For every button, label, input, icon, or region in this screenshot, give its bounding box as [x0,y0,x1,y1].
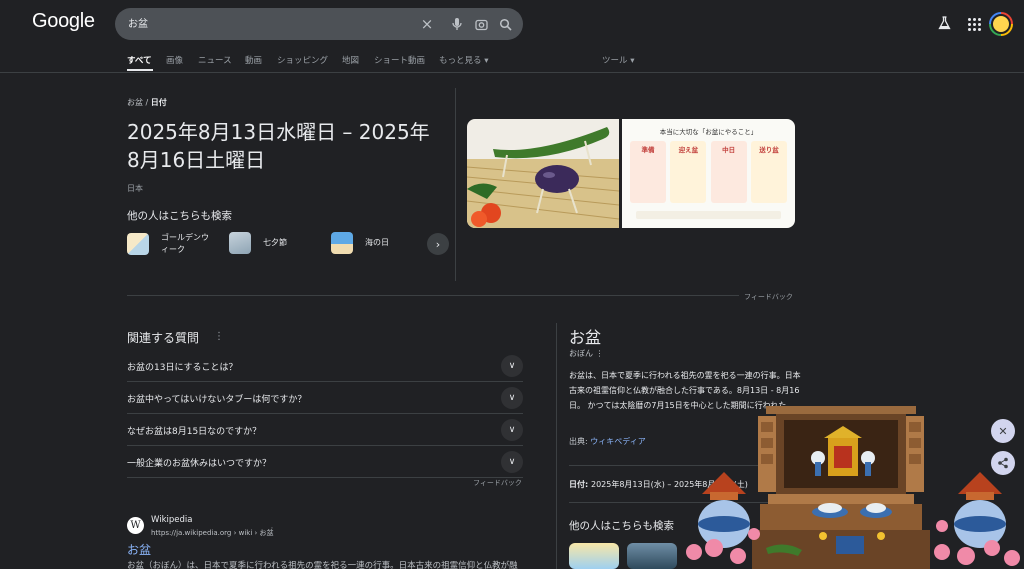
related-search-label: 七夕節 [263,238,287,247]
obon-vegetables-image[interactable] [467,119,619,228]
obon-guide-infographic[interactable]: 本当に大切な「お盆にやること」 準備 迎え盆 中日 送り盆 [622,119,795,228]
share-icon[interactable] [991,451,1015,475]
labs-flask-icon[interactable] [936,15,952,31]
related-questions-heading: 関連する質問 [127,331,200,345]
related-search-label: 海の日 [365,238,389,247]
knowledge-panel-source: 出典: ウィキペディア [569,436,646,447]
header-divider [0,72,1024,73]
knowledge-panel-reading: おぼん ⋮ [569,349,604,358]
chevron-down-icon[interactable]: ∨ [501,451,523,473]
source-label: 出典: [569,437,591,446]
related-thumbnail[interactable] [569,543,619,569]
knowledge-panel-divider [556,323,557,569]
breadcrumb: お盆 / 日付 [127,97,167,108]
feedback-link[interactable]: フィードバック [744,292,793,302]
related-search-golden-week[interactable]: ゴールデンウ ィーク [127,232,209,256]
answer-date-range: 2025年8月13日水曜日 – 2025年 8月16日土曜日 [127,118,447,174]
question-row[interactable]: なぜお盆は8月15日なのですか？ ∨ [127,414,523,446]
related-searches-heading: 他の人はこちらも検索 [127,210,232,222]
infographic-title: 本当に大切な「お盆にやること」 [659,128,758,136]
question-text: お盆の13日にすることは？ [127,363,238,373]
active-tab-indicator [127,69,153,71]
related-thumbnail[interactable] [627,543,677,569]
tab-shopping[interactable]: ショッピング [277,54,328,66]
related-search-label: ゴールデンウ [161,233,209,242]
more-options-icon[interactable]: ⋮ [214,331,224,342]
answer-country: 日本 [127,184,143,193]
tab-videos[interactable]: 動画 [245,54,262,66]
close-icon[interactable]: ✕ [991,419,1015,443]
knowledge-panel-title: お盆 [569,328,602,347]
result-snippet: お盆（おぼん）は、日本で夏季に行われる祖先の霊を祀る一連の行事。日本古来の祖霊信… [127,561,518,569]
chevron-down-icon[interactable]: ∨ [501,387,523,409]
chevron-down-icon[interactable]: ∨ [501,355,523,377]
result-site-name[interactable]: Wikipedia [151,515,192,525]
related-search-tanabata[interactable]: 七夕節 [229,232,287,254]
chevron-down-icon[interactable]: ∨ [501,419,523,441]
tab-tools[interactable]: ツール ▾ [602,54,634,66]
infographic-column: 中日 [710,141,747,203]
marine-day-thumbnail [331,232,353,254]
google-logo[interactable]: Google [32,10,95,33]
infographic-column: 迎え盆 [670,141,707,203]
tab-images[interactable]: 画像 [166,54,183,66]
answer-date-line-1: 2025年8月13日水曜日 – 2025年 [127,120,430,144]
source-link[interactable]: ウィキペディア [590,437,645,446]
infographic-column: 準備 [630,141,666,203]
knowledge-panel-related-heading: 他の人はこちらも検索 [569,520,674,532]
apps-grid-icon[interactable] [966,16,982,32]
question-text: なぜお盆は8月15日なのですか？ [127,427,262,437]
breadcrumb-current: 日付 [150,98,167,107]
answer-date-line-2: 8月16日土曜日 [127,148,266,172]
search-icon[interactable] [497,16,513,32]
tab-maps[interactable]: 地図 [342,54,359,66]
golden-week-thumbnail [127,233,149,255]
question-text: 一般企業のお盆休みはいつですか？ [127,459,272,469]
infographic-column: 送り盆 [750,141,787,203]
breadcrumb-parent[interactable]: お盆 [127,98,143,107]
section-divider [127,295,739,296]
infographic-columns: 準備 迎え盆 中日 送り盆 [630,141,787,203]
vertical-divider [455,88,456,281]
wikipedia-icon: W [127,517,144,534]
infographic-footer-bar [636,211,781,219]
tab-news[interactable]: ニュース [198,54,232,66]
search-input[interactable]: お盆 [128,15,148,30]
date-label: 日付: [569,480,591,489]
account-avatar[interactable] [989,12,1013,36]
result-url[interactable]: https://ja.wikipedia.org › wiki › お盆 [151,528,274,538]
question-text: お盆中やってはいけないタブーは何ですか？ [127,395,307,405]
breadcrumb-separator: / [143,98,151,107]
microphone-icon[interactable] [449,16,465,32]
related-search-label-cont: ィーク [161,245,185,254]
clear-search-icon[interactable]: × [419,15,435,33]
next-arrow-button[interactable]: › [427,233,449,255]
lens-camera-icon[interactable] [473,16,489,32]
tanabata-thumbnail [229,232,251,254]
tab-short-videos[interactable]: ショート動画 [374,54,425,66]
tab-more[interactable]: もっと見る ▾ [439,54,488,66]
result-title-link[interactable]: お盆 [127,541,151,558]
result-options-icon[interactable]: ⋮ [268,526,276,535]
question-row[interactable]: お盆の13日にすることは？ ∨ [127,350,523,382]
tab-all[interactable]: すべて [127,54,152,66]
feedback-link[interactable]: フィードバック [473,478,522,488]
question-row[interactable]: お盆中やってはいけないタブーは何ですか？ ∨ [127,382,523,414]
related-search-marine-day[interactable]: 海の日 [331,232,389,254]
question-row[interactable]: 一般企業のお盆休みはいつですか？ ∨ [127,446,523,478]
obon-altar-illustration [680,402,1024,569]
